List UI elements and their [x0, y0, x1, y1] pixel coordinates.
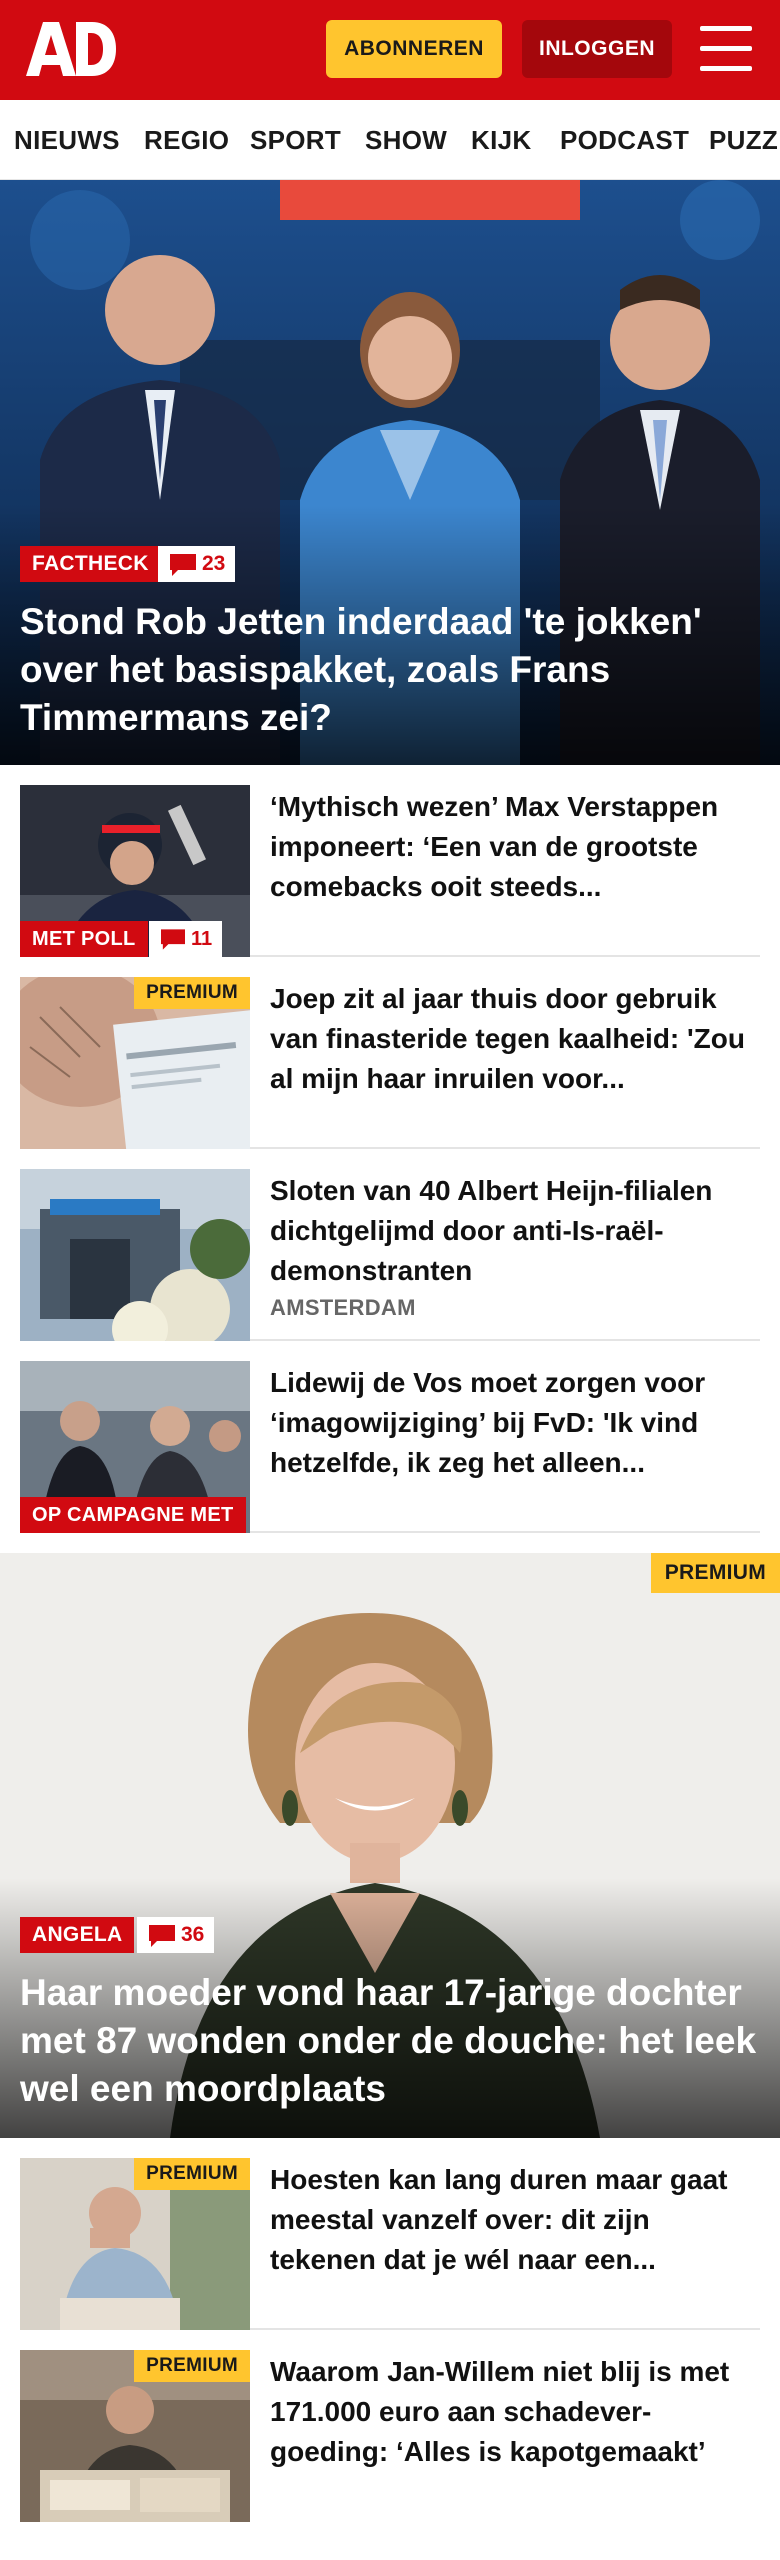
- feature-title[interactable]: Haar moeder vond haar 17-jarige dochter …: [20, 1969, 760, 2113]
- premium-badge: PREMIUM: [650, 1553, 780, 1593]
- feature-article[interactable]: PREMIUM ANGELA 36 Haar moeder vond haar …: [0, 1553, 780, 2138]
- article-title[interactable]: Lidewij de Vos moet zorgen voor ‘imagowi…: [270, 1363, 760, 1483]
- menu-icon[interactable]: [700, 26, 752, 72]
- comment-icon: [161, 929, 185, 950]
- article-title[interactable]: Waarom Jan-Willem niet blij is met 171.0…: [270, 2352, 760, 2472]
- article-card[interactable]: OP CAMPAGNE MET Lidewij de Vos moet zorg…: [20, 1341, 760, 1533]
- hero-title[interactable]: Stond Rob Jetten inderdaad 'te jokken' o…: [20, 598, 760, 742]
- section-nav: NIEUWS REGIO SPORT SHOW KIJK PODCAST PUZ…: [0, 100, 780, 180]
- comment-icon: [170, 554, 196, 576]
- article-thumbnail: PREMIUM: [20, 2350, 250, 2522]
- ad-logo[interactable]: [26, 22, 116, 76]
- hero-article[interactable]: FACTHECK 23 Stond Rob Jetten inderdaad '…: [0, 180, 780, 765]
- article-thumbnail: [20, 1169, 250, 1341]
- article-card[interactable]: MET POLL 11 ‘Mythisch wezen’ Max Verstap…: [20, 765, 760, 957]
- article-tag: MET POLL: [20, 921, 148, 957]
- top-header: ABONNEREN INLOGGEN: [0, 0, 780, 100]
- nav-item-regio[interactable]: REGIO: [144, 100, 229, 179]
- article-tag: OP CAMPAGNE MET: [20, 1497, 246, 1533]
- hero-comment-count[interactable]: 23: [158, 546, 236, 582]
- login-button[interactable]: INLOGGEN: [522, 20, 672, 78]
- premium-badge: PREMIUM: [134, 2158, 250, 2190]
- article-image: [20, 1169, 250, 1341]
- hero-comment-number: 23: [202, 552, 226, 575]
- article-thumbnail: OP CAMPAGNE MET: [20, 1361, 250, 1533]
- feature-comment-count[interactable]: 36: [137, 1917, 215, 1953]
- nav-item-sport[interactable]: SPORT: [250, 100, 341, 179]
- feature-comment-number: 36: [181, 1923, 205, 1946]
- article-card[interactable]: Sloten van 40 Albert Heijn-filialen dich…: [20, 1149, 760, 1341]
- nav-item-nieuws[interactable]: NIEUWS: [14, 100, 120, 179]
- premium-badge: PREMIUM: [134, 2350, 250, 2382]
- article-thumbnail: MET POLL 11: [20, 785, 250, 957]
- article-title[interactable]: Hoesten kan lang duren maar gaat meestal…: [270, 2160, 760, 2280]
- article-title[interactable]: Sloten van 40 Albert Heijn-filialen dich…: [270, 1171, 760, 1291]
- nav-item-kijk[interactable]: KIJK: [471, 100, 531, 179]
- article-card[interactable]: PREMIUM Waarom Jan-Willem niet blij is m…: [20, 2330, 760, 2522]
- premium-badge: PREMIUM: [134, 977, 250, 1009]
- article-title[interactable]: ‘Mythisch wezen’ Max Verstappen imponeer…: [270, 787, 760, 907]
- article-card[interactable]: PREMIUM Joep zit al jaar thuis door gebr…: [20, 957, 760, 1149]
- article-comment-count[interactable]: 11: [149, 921, 223, 957]
- nav-item-podcast[interactable]: PODCAST: [560, 100, 689, 179]
- article-thumbnail: PREMIUM: [20, 2158, 250, 2330]
- article-card[interactable]: PREMIUM Hoesten kan lang duren maar gaat…: [20, 2138, 760, 2330]
- subscribe-button[interactable]: ABONNEREN: [326, 20, 502, 78]
- nav-item-show[interactable]: SHOW: [365, 100, 447, 179]
- nav-item-puzzel[interactable]: PUZZ: [709, 100, 778, 179]
- article-title[interactable]: Joep zit al jaar thuis door gebruik van …: [270, 979, 760, 1099]
- logo-mark: [26, 22, 116, 76]
- article-location: AMSTERDAM: [270, 1295, 416, 1320]
- comment-icon: [149, 1925, 175, 1947]
- hero-tag: FACTHECK: [20, 546, 161, 582]
- article-comment-number: 11: [191, 928, 213, 950]
- article-thumbnail: PREMIUM: [20, 977, 250, 1149]
- feature-tag: ANGELA: [20, 1917, 135, 1953]
